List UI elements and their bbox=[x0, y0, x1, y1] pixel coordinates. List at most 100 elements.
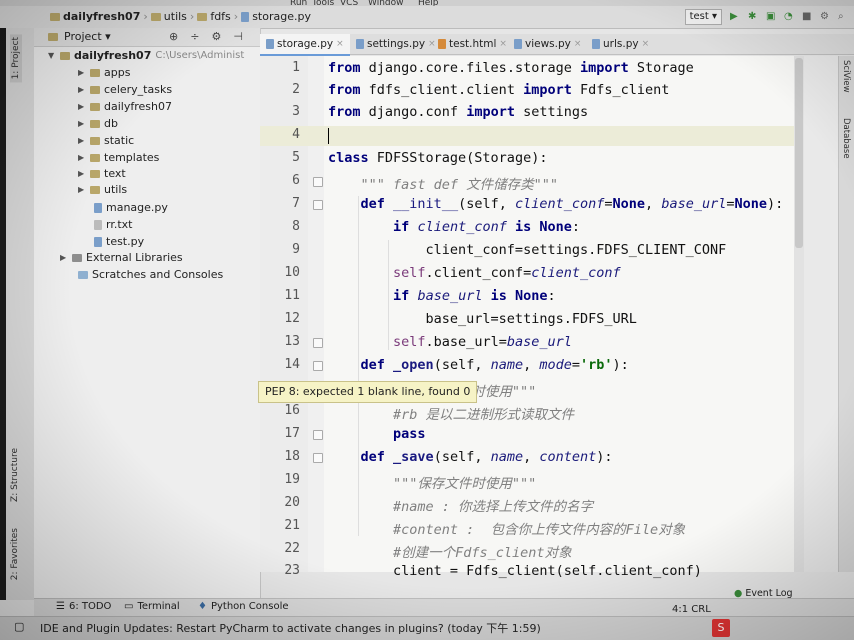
coverage-icon[interactable]: ▣ bbox=[766, 12, 776, 22]
text-file-icon bbox=[94, 220, 102, 230]
python-console-button[interactable]: ♦ Python Console bbox=[198, 601, 289, 612]
hide-icon[interactable]: ⊣ bbox=[233, 30, 243, 43]
editor-scrollbar[interactable] bbox=[794, 56, 804, 572]
tree-folder-celery-tasks[interactable]: ▶ celery_tasks bbox=[78, 82, 172, 98]
python-file-icon bbox=[94, 203, 102, 213]
fold-marker[interactable] bbox=[313, 361, 323, 371]
breadcrumb-fdfs[interactable]: fdfs bbox=[210, 10, 230, 23]
folder-icon bbox=[90, 137, 100, 145]
tree-folder-apps[interactable]: ▶ apps bbox=[78, 65, 130, 81]
breadcrumb-utils[interactable]: utils bbox=[164, 10, 187, 23]
terminal-button[interactable]: ▭ Terminal bbox=[124, 601, 180, 612]
fold-marker[interactable] bbox=[313, 430, 323, 440]
tree-folder-utils[interactable]: ▶ utils bbox=[78, 182, 127, 198]
current-line-highlight bbox=[260, 126, 794, 146]
chevron-right-icon: ▶ bbox=[78, 68, 85, 77]
line-number: 20 bbox=[284, 495, 300, 510]
chevron-right-icon: ▶ bbox=[78, 119, 85, 128]
python-file-icon bbox=[94, 237, 102, 247]
run-config-select[interactable]: test ▾ bbox=[684, 9, 722, 25]
breadcrumb-file[interactable]: storage.py bbox=[252, 10, 311, 23]
code-line: from django.conf import settings bbox=[328, 104, 589, 120]
folder-icon bbox=[150, 12, 161, 21]
tree-folder-text[interactable]: ▶ text bbox=[78, 166, 126, 182]
code-line: """ fast def 文件储存类""" bbox=[360, 177, 559, 193]
python-file-icon bbox=[266, 39, 274, 49]
tree-folder-templates[interactable]: ▶ templates bbox=[78, 150, 159, 166]
code-line: def __init__(self, client_conf=None, bas… bbox=[360, 196, 784, 212]
todo-button[interactable]: ☰ 6: TODO bbox=[56, 601, 111, 612]
tree-file-test[interactable]: test.py bbox=[94, 234, 144, 250]
scratches-icon bbox=[78, 271, 88, 279]
close-icon[interactable]: × bbox=[574, 34, 582, 54]
chevron-right-icon: ▶ bbox=[78, 153, 85, 162]
scrollbar-thumb[interactable] bbox=[795, 58, 803, 248]
caret-position[interactable]: 4:1 CRL bbox=[672, 604, 711, 615]
run-toolbar: test ▾ ▶ ✱ ▣ ◔ ■ ⚙ ⌕ bbox=[684, 9, 848, 25]
tree-root[interactable]: ▼ dailyfresh07 C:\Users\Administ bbox=[48, 48, 244, 64]
run-icon[interactable]: ▶ bbox=[730, 12, 740, 22]
fold-marker[interactable] bbox=[313, 453, 323, 463]
locate-icon[interactable]: ⊕ bbox=[169, 30, 178, 43]
line-number: 23 bbox=[284, 563, 300, 578]
code-line: #name : 你选择上传文件的名字 bbox=[393, 499, 594, 515]
status-message[interactable]: IDE and Plugin Updates: Restart PyCharm … bbox=[40, 620, 541, 636]
line-number: 1 bbox=[292, 60, 300, 75]
profile-icon[interactable]: ◔ bbox=[784, 12, 794, 22]
html-file-icon bbox=[438, 39, 446, 49]
tree-file-manage[interactable]: manage.py bbox=[94, 200, 168, 216]
settings-icon[interactable]: ⚙ bbox=[820, 12, 830, 22]
debug-icon[interactable]: ✱ bbox=[748, 12, 758, 22]
fold-marker[interactable] bbox=[313, 200, 323, 210]
input-method-icon[interactable]: S bbox=[712, 619, 730, 637]
tab-test-html[interactable]: test.html × bbox=[432, 34, 513, 54]
close-icon[interactable]: × bbox=[499, 34, 507, 54]
folder-icon bbox=[90, 120, 100, 128]
fold-marker[interactable] bbox=[313, 338, 323, 348]
status-icon[interactable]: ▢ bbox=[14, 620, 24, 633]
fold-marker[interactable] bbox=[313, 177, 323, 187]
line-number: 9 bbox=[292, 242, 300, 257]
tab-structure[interactable]: Z: Structure bbox=[10, 448, 20, 502]
editor-tabs: storage.py × settings.py × test.html × view… bbox=[260, 34, 854, 56]
tab-settings-py[interactable]: settings.py × bbox=[350, 34, 442, 54]
search-icon[interactable]: ⌕ bbox=[838, 12, 848, 22]
code-line: from fdfs_client.client import Fdfs_clie… bbox=[328, 82, 670, 98]
line-number: 5 bbox=[292, 150, 300, 165]
code-line: client = Fdfs_client(self.client_conf) bbox=[328, 563, 702, 579]
tab-favorites[interactable]: 2: Favorites bbox=[10, 528, 20, 580]
tab-database[interactable]: Database bbox=[841, 118, 851, 159]
project-icon bbox=[48, 33, 58, 41]
line-number: 3 bbox=[292, 104, 300, 119]
close-icon[interactable]: × bbox=[642, 34, 650, 54]
tab-views-py[interactable]: views.py × bbox=[508, 34, 587, 54]
tree-external-libraries[interactable]: ▶ External Libraries bbox=[60, 250, 183, 266]
line-number: 8 bbox=[292, 219, 300, 234]
collapse-icon[interactable]: ÷ bbox=[190, 30, 199, 43]
tree-folder-db[interactable]: ▶ db bbox=[78, 116, 118, 132]
code-line: #content : 包含你上传文件内容的File对象 bbox=[393, 522, 686, 538]
tab-sciview[interactable]: SciView bbox=[841, 60, 851, 93]
terminal-icon: ▭ bbox=[124, 601, 134, 612]
gear-icon[interactable]: ⚙ bbox=[211, 30, 221, 43]
tab-storage-py[interactable]: storage.py × bbox=[260, 34, 350, 56]
folder-icon bbox=[50, 12, 60, 21]
line-number: 2 bbox=[292, 82, 300, 97]
python-icon: ♦ bbox=[198, 601, 207, 612]
folder-icon bbox=[90, 69, 100, 77]
tab-project[interactable]: 1: Project bbox=[10, 34, 22, 83]
tree-folder-static[interactable]: ▶ static bbox=[78, 133, 134, 149]
chevron-right-icon: ▶ bbox=[78, 102, 85, 111]
breadcrumb-project[interactable]: dailyfresh07 bbox=[63, 10, 140, 23]
tree-folder-dailyfresh07[interactable]: ▶ dailyfresh07 bbox=[78, 99, 172, 115]
project-panel-title[interactable]: Project ▾ bbox=[64, 30, 111, 43]
tab-urls-py[interactable]: urls.py × bbox=[586, 34, 655, 54]
tree-scratches[interactable]: Scratches and Consoles bbox=[78, 267, 223, 283]
code-line: def _open(self, name, mode='rb'): bbox=[360, 357, 629, 373]
project-panel: Project ▾ ⊕ ÷ ⚙ ⊣ ▼ dailyfresh07 C:\User… bbox=[34, 28, 261, 600]
close-icon[interactable]: × bbox=[336, 34, 344, 54]
code-line: self.client_conf=client_conf bbox=[393, 265, 621, 281]
python-file-icon bbox=[241, 11, 250, 22]
tree-file-rr[interactable]: rr.txt bbox=[94, 217, 132, 233]
stop-icon[interactable]: ■ bbox=[802, 12, 812, 22]
